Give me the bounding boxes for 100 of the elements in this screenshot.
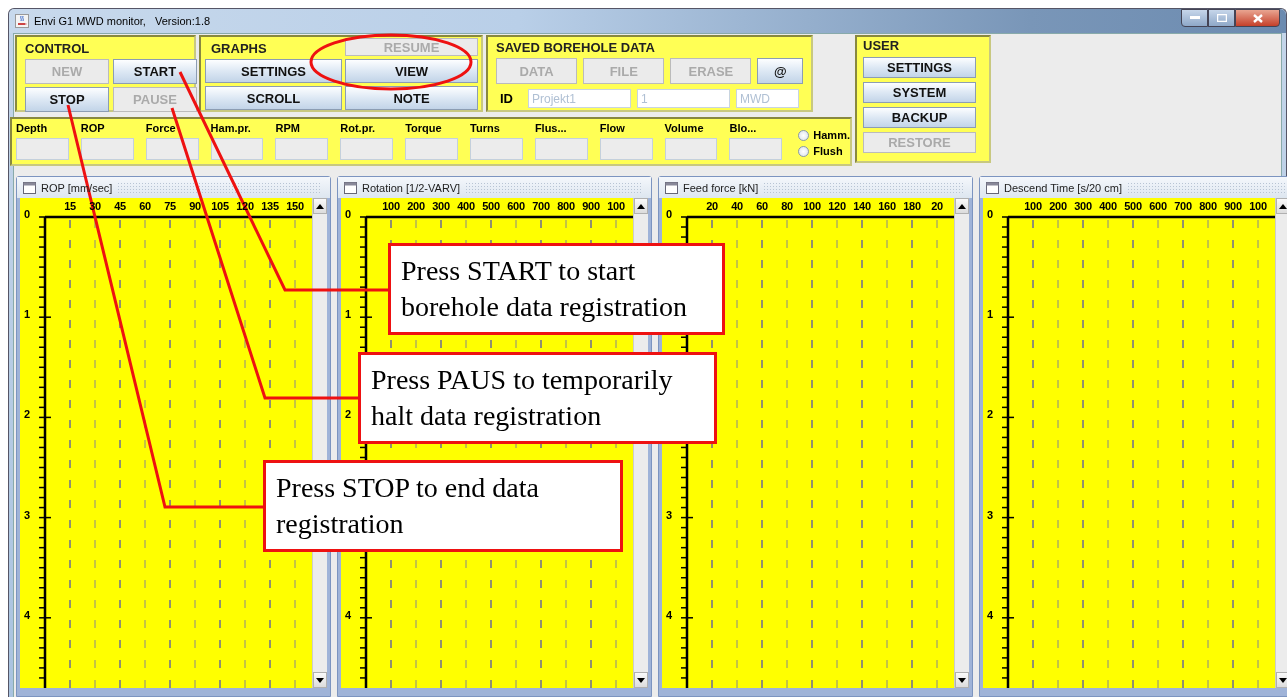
- y-tick-label: 1: [345, 308, 352, 321]
- control-button[interactable]: STOP: [25, 87, 109, 112]
- radio-icon[interactable]: [798, 145, 810, 157]
- x-tick-label: 800: [1199, 200, 1217, 212]
- radio-icon[interactable]: [798, 129, 810, 141]
- reading-label: Flow: [599, 122, 626, 134]
- user-button[interactable]: BACKUP: [863, 107, 976, 128]
- reading-label: Flus...: [534, 122, 568, 134]
- reading-field[interactable]: [145, 138, 199, 160]
- cup-icon: [15, 14, 29, 28]
- x-tick-label: 20: [706, 200, 718, 212]
- x-tick-label: 60: [139, 200, 151, 212]
- x-tick-label: 80: [781, 200, 793, 212]
- up-arrow-icon: [316, 203, 324, 209]
- group-title: CONTROL: [25, 41, 90, 56]
- up-arrow-icon: [637, 203, 645, 209]
- window-icon: [344, 181, 357, 194]
- reading-field[interactable]: [534, 138, 588, 160]
- x-tick-label: 40: [731, 200, 743, 212]
- reading-field[interactable]: [275, 138, 329, 160]
- x-tick-label: 100: [1024, 200, 1042, 212]
- close-button[interactable]: [1235, 9, 1280, 27]
- scroll-down-button[interactable]: [955, 672, 969, 688]
- y-tick-label: 2: [987, 408, 994, 421]
- group-title: SAVED BOREHOLE DATA: [496, 40, 655, 55]
- radio-option[interactable]: Hamm.: [798, 129, 850, 141]
- reading-field[interactable]: [80, 138, 134, 160]
- x-tick-label: 900: [1224, 200, 1242, 212]
- y-tick-label: 4: [24, 608, 31, 621]
- window-icon: [986, 181, 999, 194]
- graphs-button[interactable]: SCROLL: [205, 86, 342, 110]
- scroll-down-button[interactable]: [313, 672, 327, 688]
- scroll-up-button[interactable]: [1276, 198, 1287, 214]
- reading-field[interactable]: [405, 138, 458, 160]
- panel-title: Descend Time [s/20 cm]: [1004, 181, 1122, 194]
- y-tick-label: 4: [666, 608, 673, 621]
- reading-field[interactable]: [599, 138, 653, 160]
- x-tick-label: 300: [432, 200, 450, 212]
- y-tick-label: 4: [987, 608, 994, 621]
- user-button[interactable]: SETTINGS: [863, 57, 976, 78]
- x-tick-label: 150: [286, 200, 304, 212]
- reading-label: Rot.pr.: [340, 122, 377, 134]
- reading-label: RPM: [275, 122, 301, 134]
- reading-field[interactable]: [729, 138, 783, 160]
- x-tick-label: 160: [878, 200, 896, 212]
- x-tick-label: 400: [1099, 200, 1117, 212]
- y-tick-label: 0: [345, 208, 352, 220]
- x-tick-label: 180: [903, 200, 921, 212]
- x-tick-label: 20: [931, 200, 943, 212]
- down-arrow-icon: [637, 677, 645, 683]
- scrollbar[interactable]: [1275, 198, 1287, 688]
- x-tick-label: 200: [1049, 200, 1067, 212]
- x-tick-label: 200: [407, 200, 425, 212]
- x-tick-label: 700: [532, 200, 550, 212]
- graphs-button[interactable]: SETTINGS: [205, 59, 342, 83]
- saved-data-button[interactable]: @: [757, 58, 803, 84]
- x-tick-label: 400: [457, 200, 475, 212]
- down-arrow-icon: [958, 677, 966, 683]
- scroll-up-button[interactable]: [955, 198, 969, 214]
- scroll-up-button[interactable]: [634, 198, 648, 214]
- x-tick-label: 500: [1124, 200, 1142, 212]
- panel-title: Feed force [kN]: [683, 181, 759, 194]
- reading-field[interactable]: [210, 138, 264, 160]
- y-tick-label: 0: [24, 208, 31, 220]
- graphs-button[interactable]: NOTE: [345, 86, 478, 110]
- x-tick-label: 600: [1149, 200, 1167, 212]
- scroll-down-button[interactable]: [634, 672, 648, 688]
- x-tick-label: 90: [189, 200, 201, 212]
- scrollbar[interactable]: [954, 198, 969, 688]
- y-tick-label: 2: [24, 408, 31, 421]
- reading-field[interactable]: [340, 138, 394, 160]
- scroll-up-button[interactable]: [313, 198, 327, 214]
- x-tick-label: 100: [382, 200, 400, 212]
- control-button[interactable]: START: [113, 59, 197, 84]
- graphs-button[interactable]: VIEW: [345, 59, 478, 83]
- reading-label: Ham.pr.: [210, 122, 252, 134]
- minimize-icon: [1189, 16, 1200, 20]
- y-tick-label: 0: [987, 208, 994, 220]
- y-tick-label: 3: [24, 508, 31, 521]
- group-title: GRAPHS: [210, 41, 268, 56]
- reading-label: Blo...: [729, 122, 758, 134]
- minimize-button[interactable]: [1181, 9, 1208, 27]
- reading-field[interactable]: [16, 138, 69, 160]
- x-tick-label: 100: [607, 200, 625, 212]
- radio-option[interactable]: Flush: [798, 145, 850, 157]
- reading-field[interactable]: [470, 138, 523, 160]
- annotation-tooltip: Press PAUS to temporarily halt data registration: [358, 352, 717, 444]
- scroll-down-button[interactable]: [1276, 672, 1287, 688]
- x-tick-label: 135: [261, 200, 279, 212]
- maximize-button[interactable]: [1208, 9, 1235, 27]
- y-tick-label: 3: [666, 508, 673, 521]
- reading-label: Depth: [16, 122, 49, 134]
- user-button[interactable]: SYSTEM: [863, 82, 976, 103]
- x-tick-label: 45: [114, 200, 126, 212]
- window-icon: [23, 181, 36, 194]
- reading-field[interactable]: [664, 138, 718, 160]
- group-title: USER: [863, 38, 901, 53]
- up-arrow-icon: [958, 203, 966, 209]
- reading-label: Torque: [405, 122, 443, 134]
- x-tick-label: 120: [828, 200, 846, 212]
